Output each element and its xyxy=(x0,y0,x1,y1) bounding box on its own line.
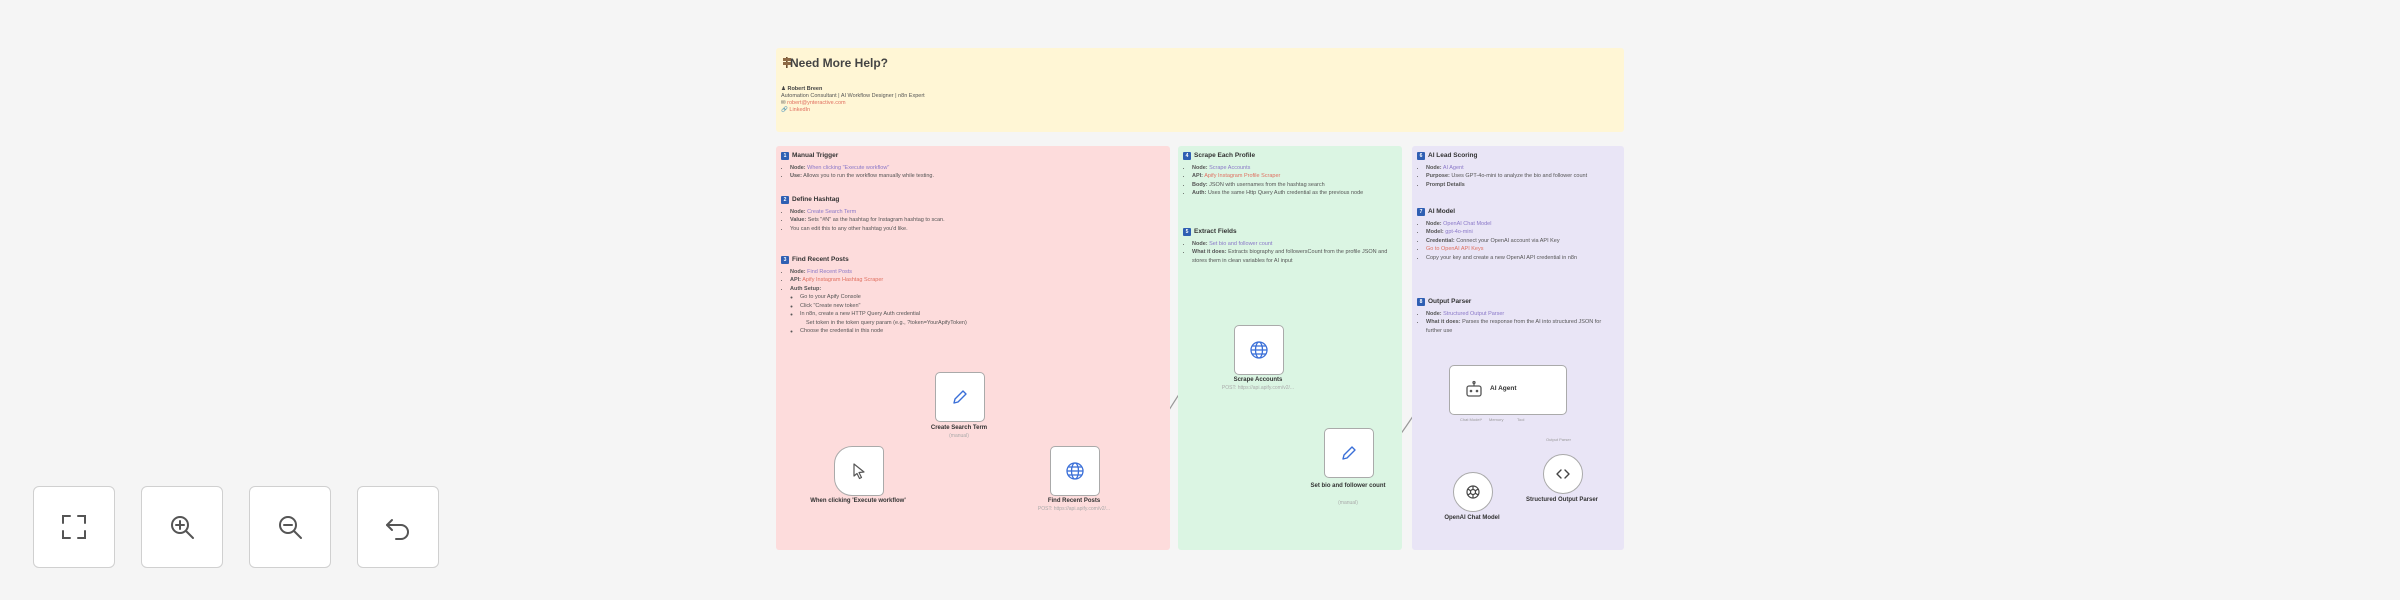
step-8-badge: 8 xyxy=(1417,298,1425,307)
port-label-tool: Tool xyxy=(1517,417,1525,422)
section-define-hashtag: 2Define Hashtag Node: Create Search Term… xyxy=(781,196,1161,233)
fit-view-icon xyxy=(62,515,86,539)
section-find-recent-posts: 3Find Recent Posts Node: Find Recent Pos… xyxy=(781,256,1161,336)
link-icon: 🔗 xyxy=(781,107,788,113)
scrape-node-label: Scrape Accounts xyxy=(1233,377,1283,383)
sticky-note-ai[interactable]: 6AI Lead Scoring Node: AI Agent Purpose:… xyxy=(1412,146,1624,550)
node-ai-agent[interactable]: AI Agent xyxy=(1449,365,1567,415)
zoom-out-icon xyxy=(279,516,302,539)
step-4-badge: 4 xyxy=(1183,152,1191,161)
cursor-icon xyxy=(853,463,865,480)
create-node-label: Create Search Term xyxy=(930,425,988,431)
agent-node-label: AI Agent xyxy=(1490,385,1517,392)
zoom-in-icon xyxy=(171,516,194,539)
node-find-recent-posts[interactable] xyxy=(1050,446,1100,496)
globe-icon xyxy=(1250,341,1268,359)
section-manual-trigger: 1Manual Trigger Node: When clicking "Exe… xyxy=(781,152,1161,181)
setbio-node-label: Set bio and follower count xyxy=(1310,483,1386,489)
author-email[interactable]: ✉ robert@ynteractive.com xyxy=(781,100,846,106)
robot-icon xyxy=(1466,380,1482,397)
pencil-icon xyxy=(1342,446,1356,460)
chatmodel-node-label: OpenAI Chat Model xyxy=(1444,515,1500,521)
openai-icon xyxy=(1466,485,1480,499)
email-icon: ✉ xyxy=(781,100,786,106)
create-node-sub: (manual) xyxy=(949,433,969,439)
code-icon xyxy=(1556,469,1570,479)
section-ai-model: 7AI Model Node: OpenAI Chat Model Model:… xyxy=(1417,208,1617,262)
step-3-badge: 3 xyxy=(781,256,789,265)
sticky-note-input[interactable]: 1Manual Trigger Node: When clicking "Exe… xyxy=(776,146,1170,550)
node-structured-output-parser[interactable] xyxy=(1543,454,1583,494)
step-1-badge: 1 xyxy=(781,152,789,161)
section-ai-lead-scoring: 6AI Lead Scoring Node: AI Agent Purpose:… xyxy=(1417,152,1617,189)
person-icon: ♟ xyxy=(781,86,786,92)
setbio-node-sub: (manual) xyxy=(1338,500,1358,506)
node-create-search-term[interactable] xyxy=(935,372,985,422)
section-output-parser: 8Output Parser Node: Structured Output P… xyxy=(1417,298,1617,335)
port-label-chat-model: Chat Model* xyxy=(1460,417,1483,422)
help-sticky-note[interactable]: Need More Help? ♟ Robert Breen Automatio… xyxy=(776,48,1624,132)
node-openai-chat-model[interactable] xyxy=(1453,472,1493,512)
port-label-memory: Memory xyxy=(1489,417,1504,422)
undo-icon xyxy=(386,519,409,540)
author-role: Automation Consultant | AI Workflow Desi… xyxy=(781,93,925,99)
globe-icon xyxy=(1066,462,1084,480)
step-7-badge: 7 xyxy=(1417,208,1425,217)
scrape-node-sub: POST: https://api.apify.com/v2/... xyxy=(1221,385,1295,391)
author-name: ♟ Robert Breen xyxy=(781,86,823,92)
help-title: Need More Help? xyxy=(790,56,889,70)
step-6-badge: 6 xyxy=(1417,152,1425,161)
parser-node-label: Structured Output Parser xyxy=(1525,497,1598,503)
find-node-label: Find Recent Posts xyxy=(1047,498,1101,504)
port-label-output-parser: Output Parser xyxy=(1546,437,1571,442)
trigger-node-label: When clicking 'Execute workflow' xyxy=(810,498,906,504)
author-linkedin[interactable]: 🔗 LinkedIn xyxy=(781,107,810,113)
fit-view-button[interactable] xyxy=(33,486,115,568)
section-scrape-profile: 4Scrape Each Profile Node: Scrape Accoun… xyxy=(1183,152,1393,198)
zoom-out-button[interactable] xyxy=(249,486,331,568)
step-2-badge: 2 xyxy=(781,196,789,205)
reset-zoom-button[interactable] xyxy=(357,486,439,568)
find-node-sub: POST: https://api.apify.com/v2/... xyxy=(1037,506,1111,512)
zoom-in-button[interactable] xyxy=(141,486,223,568)
section-extract-fields: 5Extract Fields Node: Set bio and follow… xyxy=(1183,228,1393,265)
node-set-bio[interactable] xyxy=(1324,428,1374,478)
pencil-icon xyxy=(953,390,967,404)
node-manual-trigger[interactable] xyxy=(834,446,884,496)
step-5-badge: 5 xyxy=(1183,228,1191,237)
node-scrape-accounts[interactable] xyxy=(1234,325,1284,375)
